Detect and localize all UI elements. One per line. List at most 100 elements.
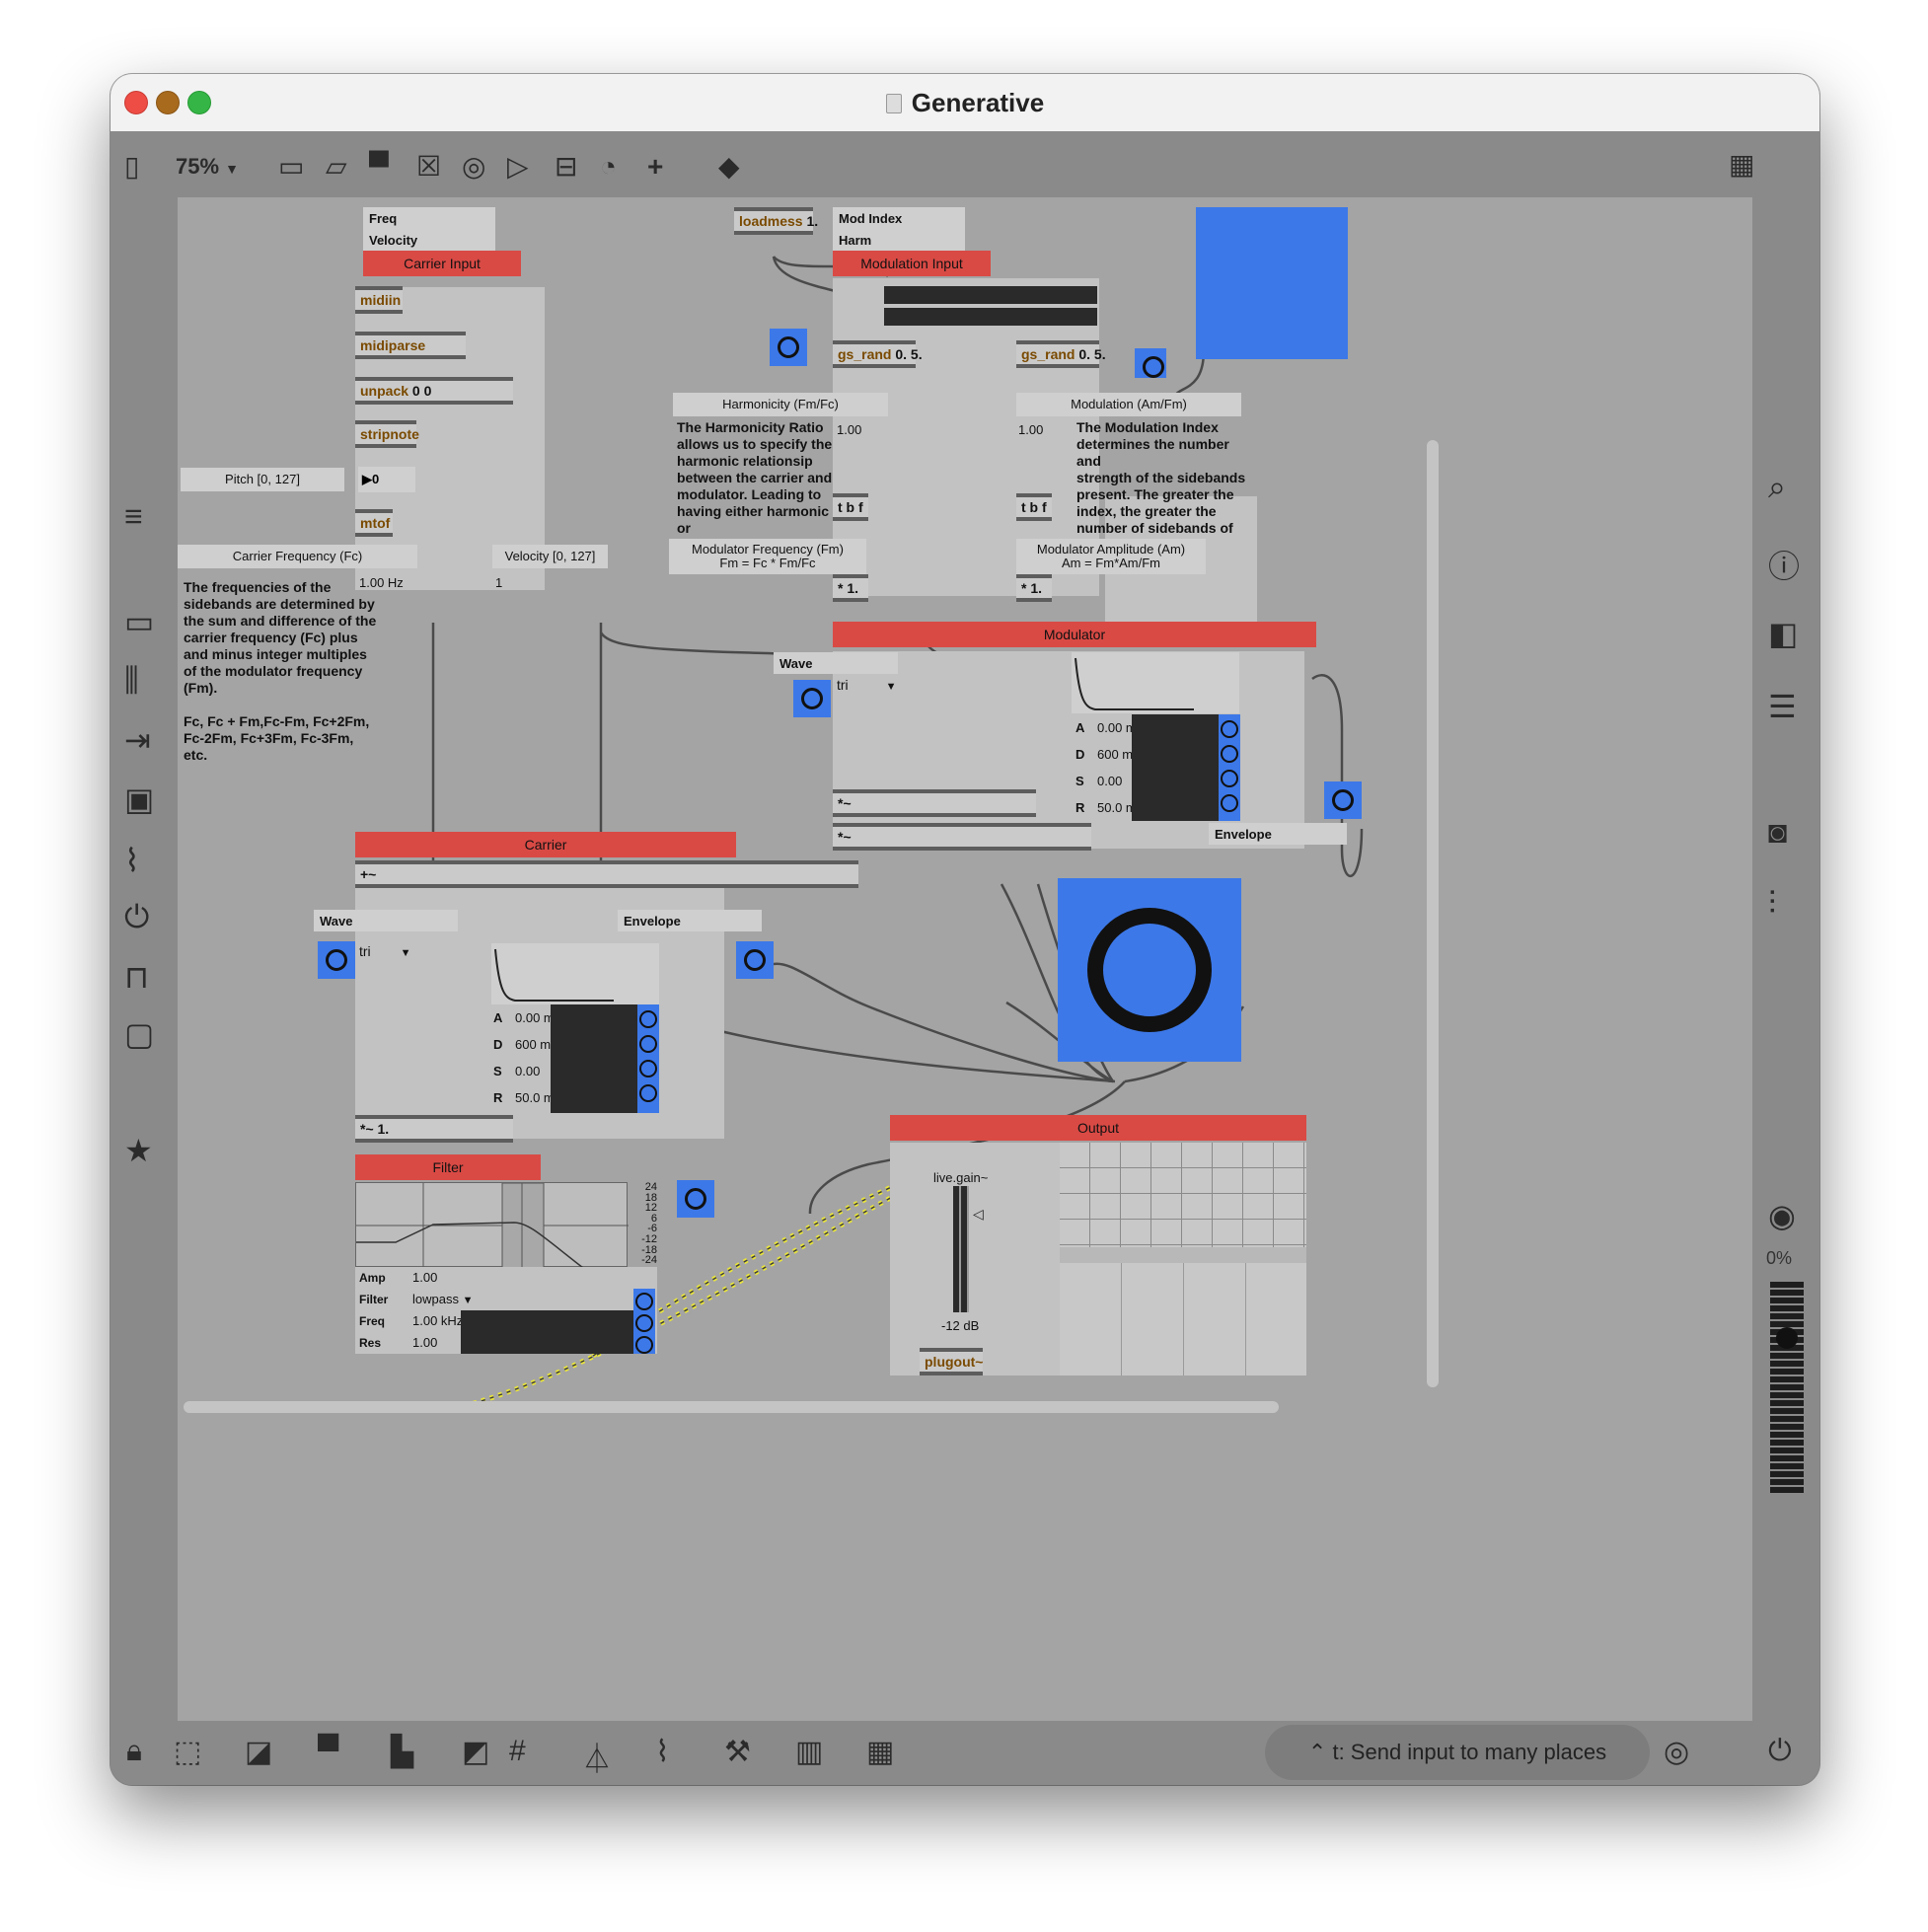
filter-res-row[interactable]: Res 1.00 <box>359 1332 473 1354</box>
sustain-dial-icon[interactable] <box>639 1060 657 1077</box>
gain-pointer-icon[interactable]: ◁ <box>973 1206 984 1223</box>
adsr-sustain[interactable]: S 0.00 <box>493 1058 557 1084</box>
hierarchy-icon[interactable]: ⏃ <box>582 1735 612 1778</box>
filter-freq-dial-icon[interactable] <box>635 1314 653 1332</box>
modulation-value[interactable]: 1.00 <box>1018 422 1043 437</box>
button-object-icon[interactable]: ◎ <box>462 153 485 181</box>
big-dial[interactable] <box>1058 878 1241 1062</box>
record-icon[interactable]: ◉ <box>1768 1197 1796 1234</box>
waveform-icon[interactable]: ⫼ <box>124 662 139 700</box>
carrier-adsr-dials[interactable] <box>637 1004 659 1113</box>
columns-icon[interactable]: ◧ <box>1768 615 1798 652</box>
vertical-scrollbar[interactable] <box>1427 440 1439 1387</box>
attack-dial-icon[interactable] <box>639 1010 657 1028</box>
multiply-fm-object[interactable]: * 1. <box>833 574 868 602</box>
keyboard-icon[interactable]: ▦ <box>866 1735 894 1769</box>
adsr-release[interactable]: R 50.0 m <box>1075 794 1140 821</box>
filter-res-dial-icon[interactable] <box>635 1336 653 1354</box>
filter-dials[interactable] <box>633 1289 655 1354</box>
modulator-multiply-2-object[interactable]: *~ <box>833 823 1091 851</box>
paint-bucket-icon[interactable]: ◆ <box>718 153 740 181</box>
modulator-wave-menu[interactable]: tri ▼ <box>837 677 897 693</box>
modulator-envelope-graph[interactable] <box>1072 652 1239 713</box>
adsr-attack[interactable]: A 0.00 m <box>493 1004 557 1031</box>
midiparse-object[interactable]: midiparse <box>355 332 466 359</box>
harmonicity-value[interactable]: 1.00 <box>837 422 861 437</box>
dial-object-icon[interactable]: ◔ <box>600 153 617 181</box>
comment-icon[interactable]: ▀ <box>369 153 389 181</box>
filter-dial[interactable] <box>677 1180 714 1218</box>
grid-view-icon[interactable]: ▦ <box>1729 151 1755 179</box>
stack-icon[interactable]: ▙ <box>391 1735 413 1769</box>
filter-freq-row[interactable]: Freq 1.00 kHz <box>359 1310 473 1332</box>
velocity-value[interactable]: 1 <box>495 575 502 590</box>
trigger-harm-object[interactable]: t b f <box>833 493 868 521</box>
lock-icon[interactable]: 🔒︎ <box>126 1735 142 1768</box>
new-message-icon[interactable]: ▱ <box>326 153 347 181</box>
carrier-envelope-graph[interactable] <box>491 943 659 1004</box>
filter-graph[interactable] <box>355 1182 629 1269</box>
wrench-icon[interactable]: ⚒ <box>724 1735 751 1769</box>
grid-icon[interactable]: # <box>509 1735 526 1768</box>
unpack-object[interactable]: unpack 0 0 <box>355 377 513 405</box>
patcher-canvas[interactable]: Freq Velocity Carrier Input midiin midip… <box>178 197 1752 1721</box>
select-icon[interactable]: ⬚ <box>174 1735 201 1769</box>
filter-type-dial-icon[interactable] <box>635 1293 653 1310</box>
screen-icon[interactable]: ▀ <box>318 1735 338 1768</box>
harm-slider[interactable] <box>884 286 1097 304</box>
horizontal-scrollbar[interactable] <box>184 1401 1279 1413</box>
attack-dial-icon[interactable] <box>1221 720 1238 738</box>
toggle-icon[interactable]: ☒ <box>416 153 441 181</box>
modulator-adsr-dials[interactable] <box>1219 714 1240 821</box>
carrier-envelope-dial[interactable] <box>736 941 774 979</box>
carrier-plus-object[interactable]: +~ <box>355 860 858 888</box>
modulation-dial[interactable] <box>1135 348 1166 378</box>
zoom-menu[interactable]: 75% ▼ <box>176 153 239 183</box>
decay-dial-icon[interactable] <box>1221 745 1238 763</box>
release-dial-icon[interactable] <box>1221 794 1238 812</box>
power-icon[interactable]: ⏻ <box>1768 1735 1792 1768</box>
clip-icon[interactable]: ⇥ <box>124 721 151 759</box>
carrier-wave-menu[interactable]: tri ▼ <box>359 943 411 959</box>
patch-cord-icon[interactable]: ◩ <box>462 1735 489 1769</box>
sustain-dial-icon[interactable] <box>1221 770 1238 787</box>
menu-icon[interactable]: ≡ <box>124 498 143 535</box>
modulator-multiply-object[interactable]: *~ <box>833 789 1036 817</box>
search-icon[interactable]: ⌕ <box>1768 469 1786 506</box>
adsr-attack[interactable]: A 0.00 m <box>1075 714 1140 741</box>
harmonicity-dial[interactable] <box>770 329 807 366</box>
list-icon[interactable]: ☰ <box>1768 688 1797 725</box>
gs-rand-mod-object[interactable]: gs_rand 0. 5. <box>1016 340 1106 368</box>
info-icon[interactable]: ⓘ <box>1768 542 1800 587</box>
attach-icon[interactable]: ⌇ <box>655 1735 670 1769</box>
stripnote-object[interactable]: stripnote <box>355 420 419 448</box>
device-icon[interactable]: ⊓ <box>124 958 149 996</box>
loadmess-object[interactable]: loadmess 1. <box>734 207 818 235</box>
pitch-number-box[interactable]: ▶0 <box>358 467 415 492</box>
modulator-envelope-dial[interactable] <box>1324 781 1362 819</box>
volume-slider[interactable] <box>1770 1282 1804 1495</box>
piano-icon[interactable]: ▥ <box>795 1735 823 1769</box>
adsr-decay[interactable]: D 600 ms <box>493 1031 557 1058</box>
gs-rand-harm-object[interactable]: gs_rand 0. 5. <box>833 340 923 368</box>
frame-icon[interactable]: ▢ <box>124 1015 154 1053</box>
decay-dial-icon[interactable] <box>639 1035 657 1053</box>
plugout-object[interactable]: plugout~ <box>920 1348 984 1375</box>
trigger-mod-object[interactable]: t b f <box>1016 493 1052 521</box>
add-object-icon[interactable]: + <box>647 153 663 181</box>
sidebar-toggle-icon[interactable]: ▯ <box>124 153 139 181</box>
presentation-icon[interactable]: ◪ <box>245 1735 272 1769</box>
film-icon[interactable]: ▭ <box>124 603 154 640</box>
image-icon[interactable]: ▣ <box>124 780 154 818</box>
release-dial-icon[interactable] <box>639 1084 657 1102</box>
adsr-decay[interactable]: D 600 ms <box>1075 741 1140 768</box>
mixer-icon[interactable]: ⫶ <box>1768 885 1776 923</box>
star-icon[interactable]: ★ <box>124 1132 153 1169</box>
mod-index-slider[interactable] <box>884 308 1097 326</box>
plug-icon[interactable]: ⏻ <box>124 899 149 936</box>
play-object-icon[interactable]: ▷ <box>507 153 529 181</box>
multiply-am-object[interactable]: * 1. <box>1016 574 1052 602</box>
mtof-object[interactable]: mtof <box>355 509 393 537</box>
carrier-multiply-object[interactable]: *~ 1. <box>355 1115 513 1143</box>
transport-icon[interactable]: ◎ <box>1664 1735 1689 1769</box>
